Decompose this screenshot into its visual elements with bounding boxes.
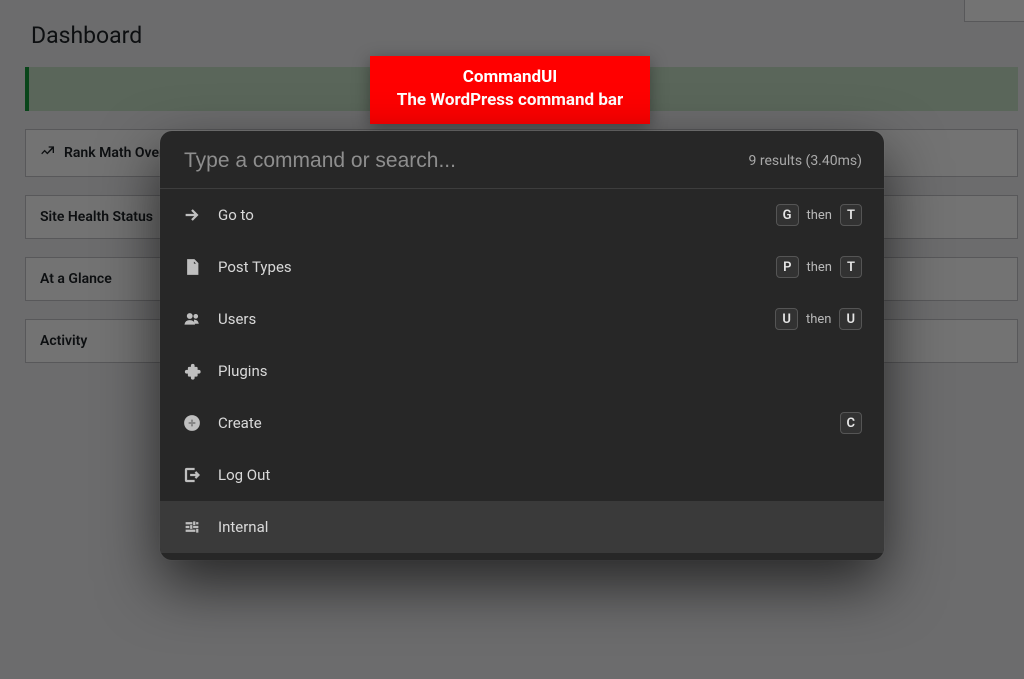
plus-circle-icon <box>182 413 202 433</box>
command-item-shortcut: C <box>840 412 863 434</box>
command-item-label: Internal <box>218 518 862 536</box>
command-item-internal[interactable]: Internal <box>160 501 884 553</box>
command-item-label: Create <box>218 414 840 432</box>
shortcut-key: P <box>776 256 798 278</box>
promo-banner: CommandUI The WordPress command bar <box>370 56 650 124</box>
command-item-shortcut: Gthen T <box>776 204 862 226</box>
command-item-label: Log Out <box>218 466 862 484</box>
command-item-create[interactable]: CreateC <box>160 397 884 449</box>
sliders-icon <box>182 517 202 537</box>
shortcut-key: T <box>840 204 862 226</box>
command-item-go-to[interactable]: Go toGthen T <box>160 189 884 241</box>
page-icon <box>182 257 202 277</box>
shortcut-key: U <box>839 308 862 330</box>
shortcut-joiner: then <box>806 312 832 327</box>
command-item-users[interactable]: UsersUthenU <box>160 293 884 345</box>
shortcut-key: C <box>840 412 863 434</box>
command-item-label: Users <box>218 310 775 328</box>
command-item-label: Plugins <box>218 362 862 380</box>
command-item-post-types[interactable]: Post TypesPthen T <box>160 241 884 293</box>
shortcut-key: T <box>840 256 862 278</box>
logout-icon <box>182 465 202 485</box>
arrow-right-icon <box>182 205 202 225</box>
shortcut-key: U <box>775 308 798 330</box>
command-palette-header: 9 results (3.40ms) <box>160 131 884 189</box>
shortcut-joiner: then <box>807 208 833 223</box>
command-input[interactable] <box>182 148 733 174</box>
command-item-shortcut: Uthen U <box>775 308 862 330</box>
shortcut-key: G <box>776 204 799 226</box>
command-item-log-out[interactable]: Log Out <box>160 449 884 501</box>
command-list: Go toGthenTPost TypesPthenTUsersUthenUPl… <box>160 189 884 553</box>
shortcut-joiner: then <box>807 260 833 275</box>
results-count: 9 results (3.40ms) <box>733 153 862 169</box>
promo-banner-subtitle: The WordPress command bar <box>382 89 638 112</box>
command-item-label: Post Types <box>218 258 776 276</box>
puzzle-icon <box>182 361 202 381</box>
command-item-plugins[interactable]: Plugins <box>160 345 884 397</box>
command-item-shortcut: Pthen T <box>776 256 862 278</box>
promo-banner-title: CommandUI <box>382 66 638 89</box>
users-icon <box>182 309 202 329</box>
command-item-label: Go to <box>218 206 776 224</box>
command-palette: 9 results (3.40ms) Go toGthenTPost Types… <box>160 131 884 560</box>
